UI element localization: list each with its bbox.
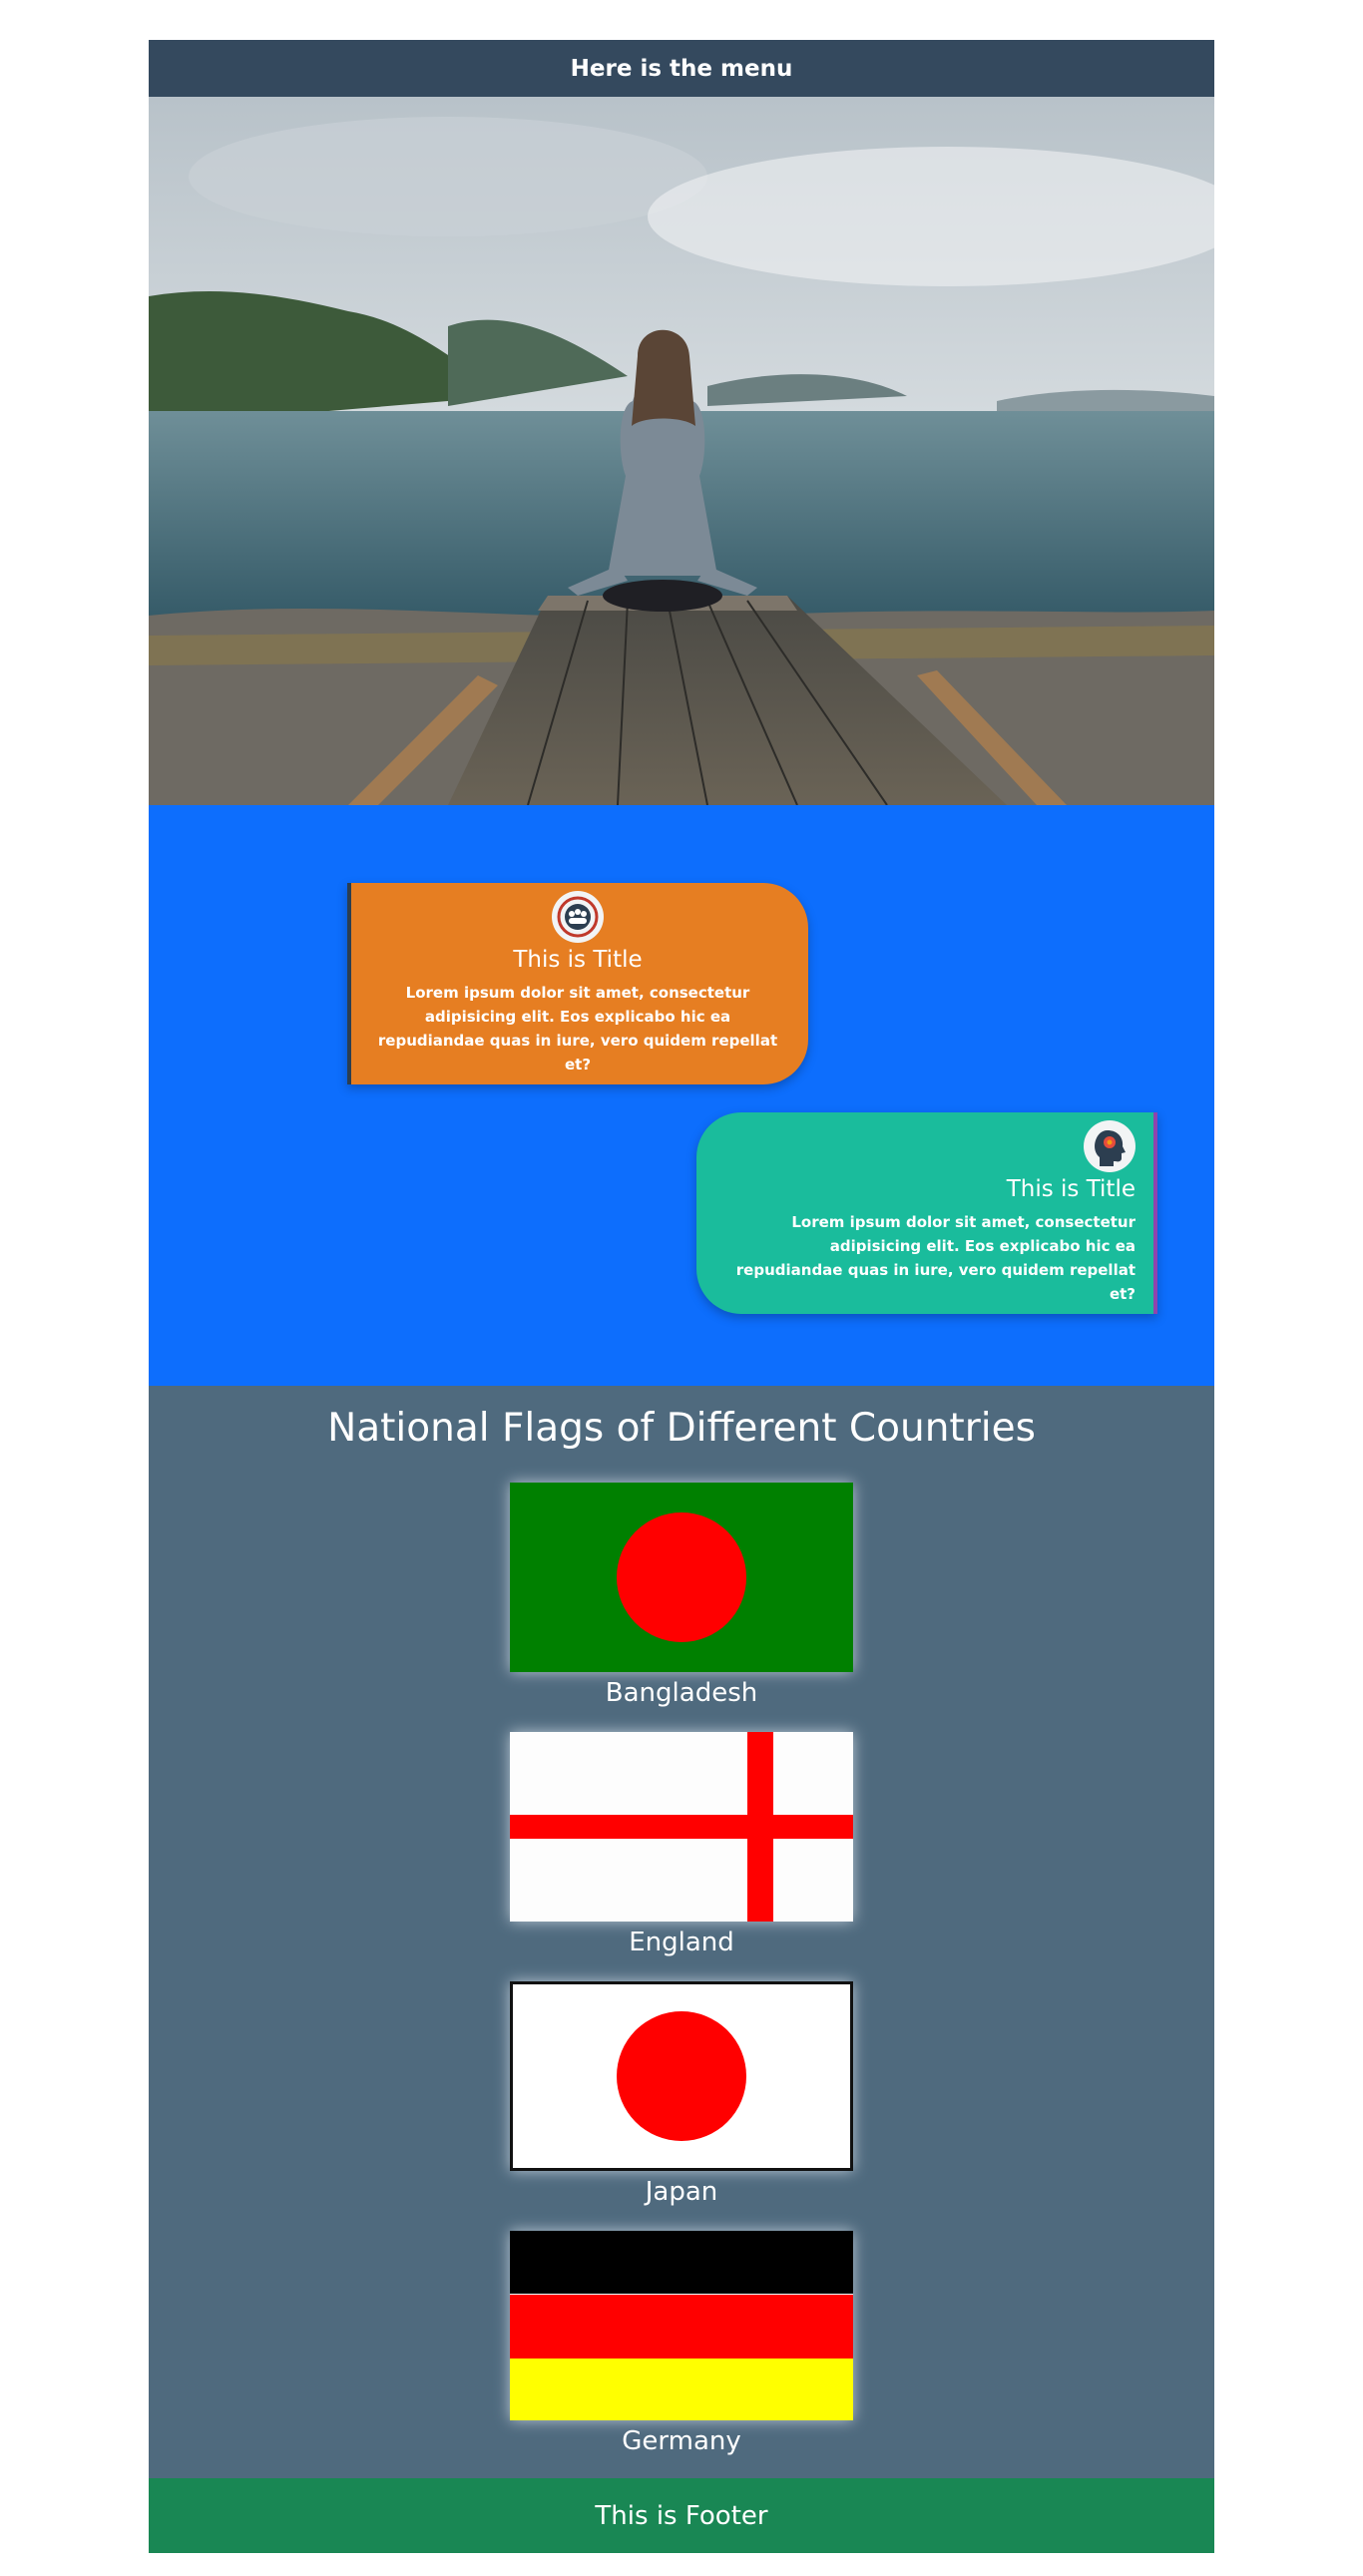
card-text: Lorem ipsum dolor sit amet, consectetur … bbox=[735, 1213, 1136, 1303]
flag-cross-horizontal bbox=[510, 1815, 853, 1839]
flag-japan bbox=[510, 1981, 853, 2171]
flag-bangladesh bbox=[510, 1483, 853, 1672]
card-title: This is Title bbox=[513, 947, 643, 973]
flag-england bbox=[510, 1732, 853, 1922]
info-card-2[interactable]: This is Title Lorem ipsum dolor sit amet… bbox=[696, 1112, 1157, 1314]
flag-stripe-gold bbox=[510, 2358, 853, 2420]
flag-cross-vertical bbox=[747, 1732, 773, 1922]
head-gear-icon bbox=[1084, 1120, 1136, 1172]
card-title: This is Title bbox=[1006, 1176, 1136, 1202]
flag-label: Japan bbox=[645, 2177, 718, 2207]
flag-stripe-red bbox=[510, 2294, 853, 2359]
team-icon bbox=[552, 891, 604, 943]
footer: This is Footer bbox=[149, 2478, 1214, 2553]
footer-text: This is Footer bbox=[595, 2500, 768, 2531]
menu-bar[interactable]: Here is the menu bbox=[149, 40, 1214, 97]
flag-card-bangladesh: Bangladesh bbox=[510, 1483, 853, 1708]
flag-germany bbox=[510, 2231, 853, 2420]
card-text: Lorem ipsum dolor sit amet, consectetur … bbox=[377, 984, 778, 1073]
flag-card-germany: Germany bbox=[510, 2231, 853, 2456]
flag-disk bbox=[617, 1512, 746, 1642]
hero-photo bbox=[149, 97, 1214, 805]
hero-image bbox=[149, 97, 1214, 805]
cards-section: This is Title Lorem ipsum dolor sit amet… bbox=[149, 805, 1214, 1386]
section-title: National Flags of Different Countries bbox=[327, 1406, 1036, 1451]
flag-label: Bangladesh bbox=[605, 1678, 758, 1708]
info-card-1[interactable]: This is Title Lorem ipsum dolor sit amet… bbox=[347, 883, 808, 1084]
flag-disk bbox=[617, 2011, 746, 2141]
flag-stripe-black bbox=[510, 2231, 853, 2295]
flag-card-japan: Japan bbox=[510, 1981, 853, 2207]
menu-text: Here is the menu bbox=[570, 55, 793, 82]
flag-card-england: England bbox=[510, 1732, 853, 1957]
flag-label: England bbox=[629, 1928, 734, 1957]
flag-label: Germany bbox=[622, 2426, 741, 2456]
flags-section: National Flags of Different Countries Ba… bbox=[149, 1386, 1214, 2478]
page-container: Here is the menu This is Title Lorem ips… bbox=[149, 40, 1214, 2553]
